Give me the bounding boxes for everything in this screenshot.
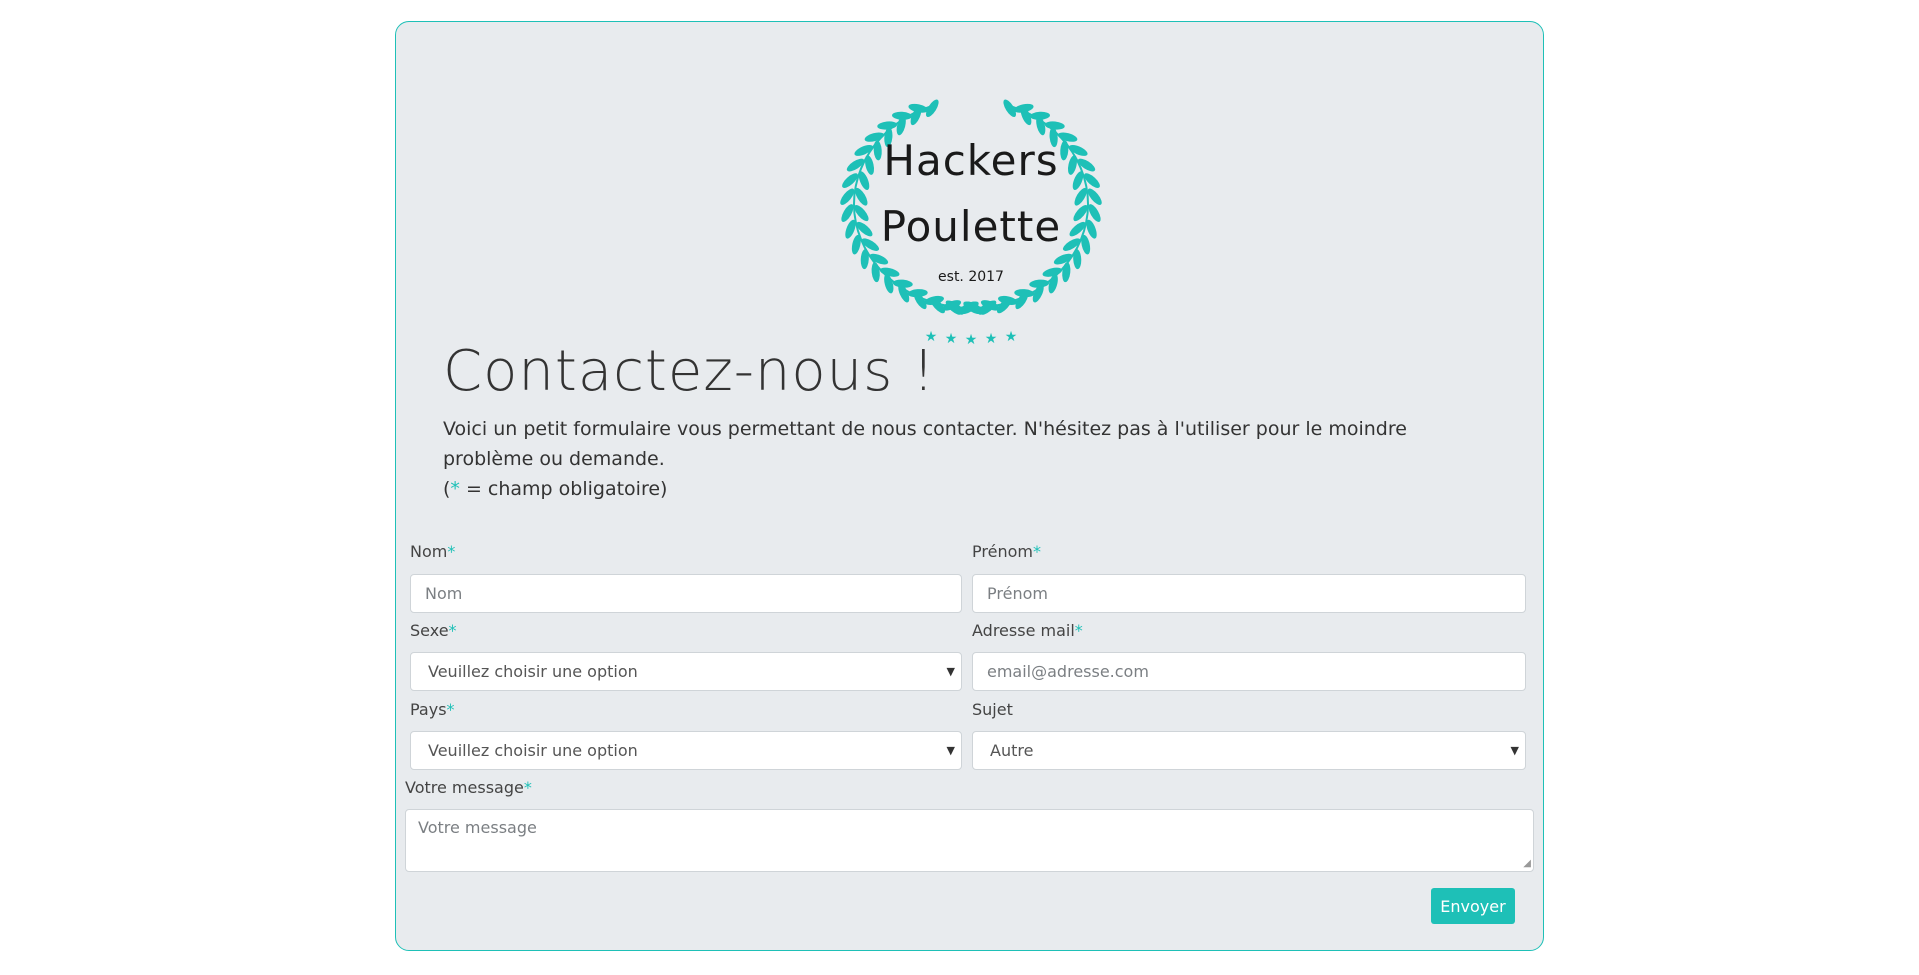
sexe-required-star: * bbox=[448, 621, 457, 640]
pays-select[interactable]: Veuillez choisir une option ▼ bbox=[410, 731, 962, 770]
prenom-label-text: Prénom bbox=[972, 542, 1033, 561]
sexe-select-value: Veuillez choisir une option bbox=[428, 662, 638, 681]
sexe-label-text: Sexe bbox=[410, 621, 449, 640]
star-icon: ★ bbox=[965, 332, 978, 348]
nom-label-text: Nom bbox=[410, 542, 448, 561]
email-label: Adresse mail* bbox=[972, 621, 1083, 640]
required-note-star: * bbox=[450, 478, 460, 500]
message-required-star: * bbox=[523, 778, 532, 797]
message-label-text: Votre message bbox=[405, 778, 524, 797]
sujet-select[interactable]: Autre ▼ bbox=[972, 731, 1526, 770]
pays-label: Pays* bbox=[410, 700, 455, 719]
required-note-text: = champ obligatoire) bbox=[459, 478, 668, 500]
laurel-leaf bbox=[907, 289, 928, 298]
email-required-star: * bbox=[1074, 621, 1083, 640]
laurel-leaf bbox=[1014, 289, 1035, 298]
star-icon: ★ bbox=[945, 331, 958, 347]
nom-label: Nom* bbox=[410, 542, 455, 561]
logo-text-hackers: Hackers bbox=[883, 136, 1059, 185]
required-note: (* = champ obligatoire) bbox=[443, 474, 1503, 504]
message-placeholder: Votre message bbox=[418, 818, 537, 837]
sexe-select[interactable]: Veuillez choisir une option ▼ bbox=[410, 652, 962, 691]
sexe-caret-icon: ▼ bbox=[946, 665, 955, 678]
logo-text-poulette: Poulette bbox=[880, 202, 1062, 251]
email-input[interactable]: email@adresse.com bbox=[972, 652, 1526, 691]
sexe-label: Sexe* bbox=[410, 621, 457, 640]
laurel-leaf bbox=[892, 111, 912, 120]
logo-text-established: est. 2017 bbox=[938, 269, 1004, 285]
prenom-label: Prénom* bbox=[972, 542, 1041, 561]
prenom-input[interactable]: Prénom bbox=[972, 574, 1526, 613]
laurel-leaf bbox=[877, 121, 898, 130]
laurel-leaf bbox=[1030, 111, 1050, 120]
page-title: Contactez-nous ! bbox=[443, 339, 936, 404]
message-textarea[interactable]: Votre message ◢ bbox=[405, 809, 1534, 872]
pays-select-value: Veuillez choisir une option bbox=[428, 741, 638, 760]
pays-label-text: Pays bbox=[410, 700, 447, 719]
laurel-leaf bbox=[1044, 121, 1065, 130]
pays-caret-icon: ▼ bbox=[946, 744, 955, 757]
star-icon: ★ bbox=[1005, 329, 1018, 345]
sujet-label-text: Sujet bbox=[972, 700, 1013, 719]
contact-card: ★ ★ ★ ★ ★ Hackers Poulette est. 2017 Contact… bbox=[395, 21, 1544, 951]
prenom-required-star: * bbox=[1032, 542, 1041, 561]
nom-input[interactable]: Nom bbox=[410, 574, 962, 613]
nom-required-star: * bbox=[447, 542, 456, 561]
sujet-label: Sujet bbox=[972, 700, 1013, 719]
sujet-select-value: Autre bbox=[990, 741, 1034, 760]
intro-paragraph: Voici un petit formulaire vous permettan… bbox=[443, 418, 1407, 470]
submit-button[interactable]: Envoyer bbox=[1431, 888, 1515, 924]
star-icon: ★ bbox=[985, 331, 998, 347]
hackers-poulette-logo: ★ ★ ★ ★ ★ Hackers Poulette est. 2017 bbox=[806, 54, 1136, 354]
pays-required-star: * bbox=[446, 700, 455, 719]
email-label-text: Adresse mail bbox=[972, 621, 1075, 640]
intro-text: Voici un petit formulaire vous permettan… bbox=[443, 414, 1503, 504]
sujet-caret-icon: ▼ bbox=[1510, 744, 1519, 757]
resize-handle-icon[interactable]: ◢ bbox=[1523, 858, 1531, 869]
message-label: Votre message* bbox=[405, 778, 532, 797]
